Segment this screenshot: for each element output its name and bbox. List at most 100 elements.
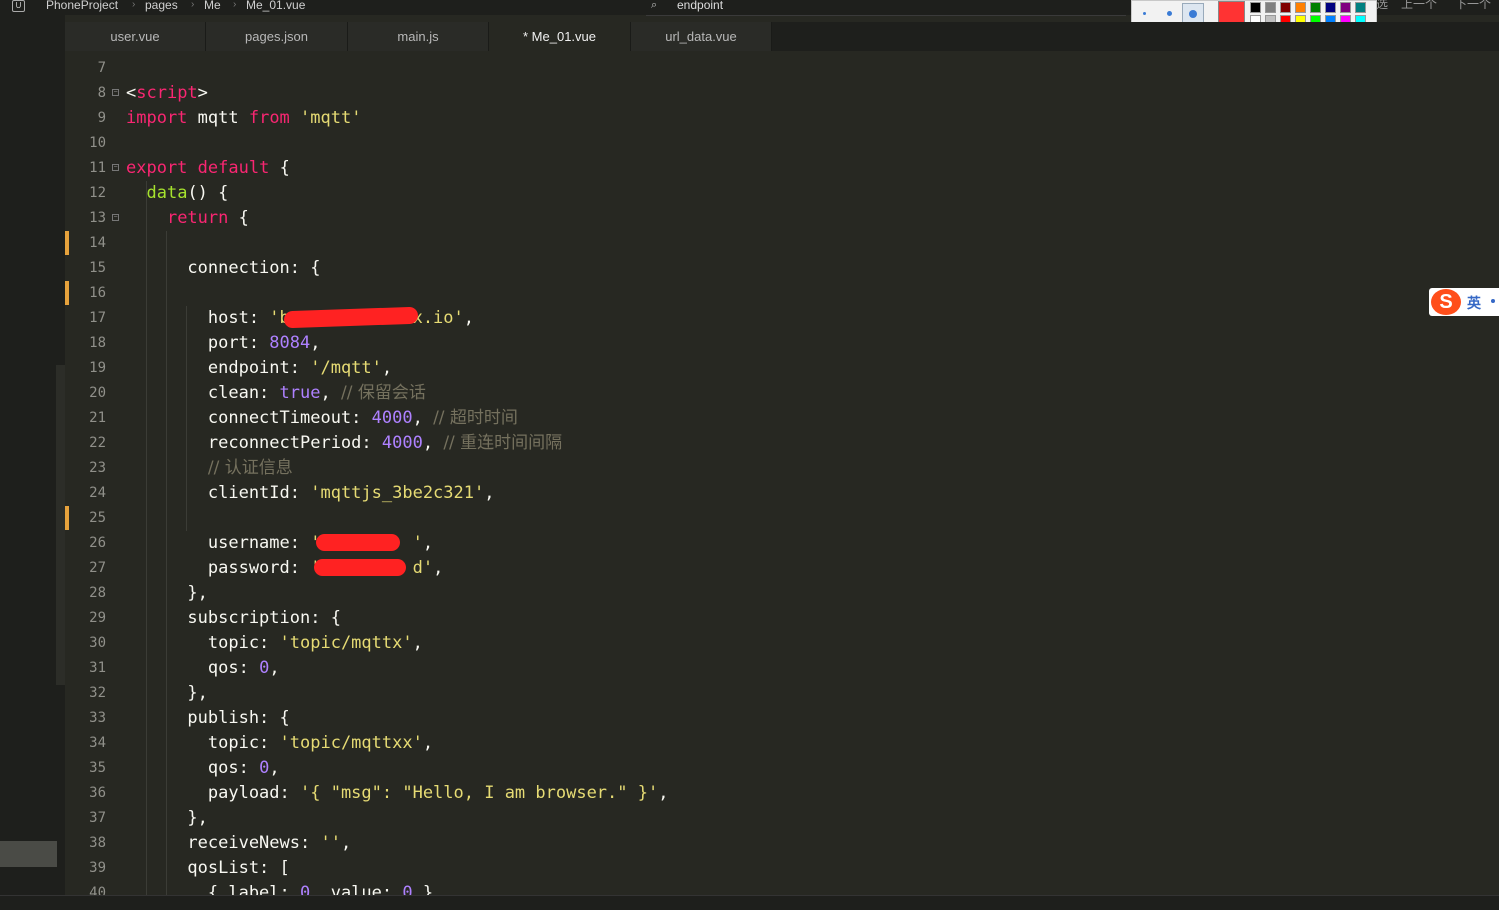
line-number: 35 (89, 760, 106, 776)
code-line[interactable]: 34 topic: 'topic/mqttxx', (65, 731, 1499, 756)
code-text: { label: 0, value: 0 }, (126, 883, 444, 895)
line-number: 24 (89, 485, 106, 501)
line-number: 40 (89, 885, 106, 895)
scrollbar-track[interactable] (56, 365, 65, 685)
color-swatch[interactable] (1355, 2, 1366, 13)
code-text: }, (126, 808, 208, 828)
color-swatch[interactable] (1265, 2, 1276, 13)
color-swatch[interactable] (1250, 2, 1261, 13)
code-line[interactable]: 12 data() { (65, 181, 1499, 206)
code-line[interactable]: 32 }, (65, 681, 1499, 706)
code-line[interactable]: 11− export default { (65, 156, 1499, 181)
line-number: 13 (89, 210, 106, 226)
code-line[interactable]: 17 host: 'b x.io', (65, 306, 1499, 331)
line-number: 31 (89, 660, 106, 676)
code-line[interactable]: 38 receiveNews: '', (65, 831, 1499, 856)
code-line[interactable]: 16 (65, 281, 1499, 306)
code-line[interactable]: 21 connectTimeout: 4000, // 超时时间 (65, 406, 1499, 431)
code-text: topic: 'topic/mqttx', (126, 633, 423, 653)
line-number: 36 (89, 785, 106, 801)
code-line[interactable]: 29 subscription: { (65, 606, 1499, 631)
breadcrumb-item-project[interactable]: PhoneProject (46, 0, 118, 11)
fold-toggle-icon[interactable]: − (112, 214, 119, 221)
code-line[interactable]: 10 (65, 131, 1499, 156)
code-line[interactable]: 9 import mqtt from 'mqtt' (65, 106, 1499, 131)
code-line[interactable]: 13− return { (65, 206, 1499, 231)
line-number: 17 (89, 310, 106, 326)
color-swatch[interactable] (1310, 2, 1321, 13)
redaction-mark (314, 559, 406, 576)
code-text: qos: 0, (126, 758, 280, 778)
select-button[interactable]: 选 (1376, 0, 1388, 10)
line-number: 32 (89, 685, 106, 701)
line-number: 16 (89, 285, 106, 301)
code-line[interactable]: 20 clean: true, // 保留会话 (65, 381, 1499, 406)
tab-main-js[interactable]: main.js (348, 22, 489, 51)
line-number: 37 (89, 810, 106, 826)
tab-user-vue[interactable]: user.vue (65, 22, 206, 51)
code-text: publish: { (126, 708, 290, 728)
ime-dot-icon (1491, 299, 1495, 303)
code-line[interactable]: 35 qos: 0, (65, 756, 1499, 781)
line-number: 29 (89, 610, 106, 626)
code-line[interactable]: 28 }, (65, 581, 1499, 606)
code-line[interactable]: 8− <script> (65, 81, 1499, 106)
code-line[interactable]: 36 payload: '{ "msg": "Hello, I am brows… (65, 781, 1499, 806)
code-line[interactable]: 27 password: ' d', (65, 556, 1499, 581)
code-line[interactable]: 24 clientId: 'mqttjs_3be2c321', (65, 481, 1499, 506)
scrollbar-thumb[interactable] (0, 841, 57, 867)
code-line[interactable]: 23 // 认证信息 (65, 456, 1499, 481)
code-line[interactable]: 30 topic: 'topic/mqttx', (65, 631, 1499, 656)
line-number: 15 (89, 260, 106, 276)
side-panel (0, 15, 65, 895)
color-swatch[interactable] (1280, 2, 1291, 13)
line-number: 19 (89, 360, 106, 376)
code-text: return { (166, 208, 249, 228)
code-line[interactable]: 26 username: ' ', (65, 531, 1499, 556)
tab-me-01-vue[interactable]: * Me_01.vue (489, 22, 631, 51)
color-swatch[interactable] (1340, 2, 1351, 13)
code-line[interactable]: 37 }, (65, 806, 1499, 831)
tab-url-data-vue[interactable]: url_data.vue (631, 22, 772, 51)
code-line[interactable]: 31 qos: 0, (65, 656, 1499, 681)
code-line[interactable]: 33 publish: { (65, 706, 1499, 731)
code-line[interactable]: 25 (65, 506, 1499, 531)
fold-toggle-icon[interactable]: − (112, 89, 119, 96)
code-line[interactable]: 22 reconnectPeriod: 4000, // 重连时间间隔 (65, 431, 1499, 456)
line-number: 7 (97, 60, 106, 76)
tab-bar: user.vue pages.json main.js * Me_01.vue … (65, 22, 1499, 51)
color-swatch[interactable] (1295, 2, 1306, 13)
brush-size-medium[interactable] (1167, 11, 1172, 16)
chevron-right-icon: › (233, 0, 237, 10)
code-line[interactable]: 40 { label: 0, value: 0 }, (65, 881, 1499, 895)
code-line[interactable]: 15 connection: { (65, 256, 1499, 281)
fold-toggle-icon[interactable]: − (112, 164, 119, 171)
line-number: 22 (89, 435, 106, 451)
find-next-button[interactable]: 下一个 (1455, 0, 1491, 10)
code-text: qosList: [ (126, 858, 290, 878)
code-text: }, (126, 683, 208, 703)
breadcrumb-item-file[interactable]: Me_01.vue (246, 0, 305, 11)
code-text: clientId: 'mqttjs_3be2c321', (126, 483, 495, 503)
color-swatch[interactable] (1325, 2, 1336, 13)
code-line[interactable]: 39 qosList: [ (65, 856, 1499, 881)
brush-size-small[interactable] (1143, 12, 1146, 15)
ime-indicator[interactable]: S 英 (1429, 288, 1499, 316)
code-text: import mqtt from 'mqtt' (126, 108, 362, 128)
code-text: receiveNews: '', (126, 833, 352, 853)
find-prev-button[interactable]: 上一个 (1401, 0, 1437, 10)
code-text: clean: true, // 保留会话 (126, 383, 426, 403)
line-number: 8 (97, 85, 106, 101)
breadcrumb-item-pages[interactable]: pages (145, 0, 178, 11)
code-line[interactable]: 18 port: 8084, (65, 331, 1499, 356)
line-number: 18 (89, 335, 106, 351)
line-number: 26 (89, 535, 106, 551)
find-input[interactable]: ⌕ endpoint (646, 0, 1126, 16)
breadcrumb-item-me[interactable]: Me (204, 0, 221, 11)
project-icon: U (12, 0, 25, 12)
code-line[interactable]: 19 endpoint: '/mqtt', (65, 356, 1499, 381)
code-editor[interactable]: 7 8− <script> 9 import mqtt from 'mqtt' 10 11−… (65, 51, 1499, 895)
code-line[interactable]: 7 (65, 56, 1499, 81)
tab-pages-json[interactable]: pages.json (206, 22, 348, 51)
code-line[interactable]: 14 (65, 231, 1499, 256)
